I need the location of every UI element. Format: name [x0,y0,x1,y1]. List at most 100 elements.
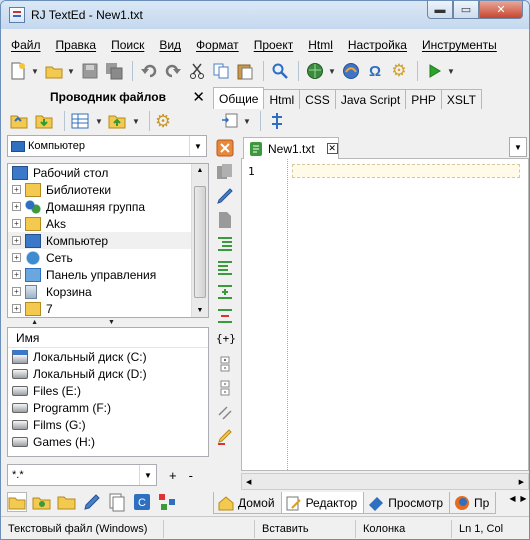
project-tab-button[interactable] [32,492,52,512]
status-insert-mode[interactable]: Вставить [255,519,356,538]
maximize-button[interactable]: ▭ [453,1,479,19]
menu-file[interactable]: Файл [11,38,41,52]
unindent-button[interactable] [216,259,236,279]
files-tab-button[interactable] [7,492,27,512]
menu-tools[interactable]: Инструменты [422,38,497,52]
menu-edit[interactable]: Правка [56,38,97,52]
expand-icon[interactable]: + [12,304,21,313]
horizontal-scrollbar[interactable]: ◀ ▶ [241,473,529,490]
code-tab-button[interactable]: C [132,492,152,512]
tree-item-network[interactable]: + Сеть [8,249,208,266]
tab-html[interactable]: Html [263,89,301,109]
menu-settings[interactable]: Настройка [348,38,407,52]
insert-symbol-button[interactable]: Ω [364,60,386,82]
tools-button[interactable] [266,110,288,132]
close-doc-button[interactable] [216,139,236,159]
documents-tab-button[interactable] [107,492,127,512]
cut-button[interactable] [186,60,208,82]
file-list[interactable]: Имя Локальный диск (C:) Локальный диск (… [7,327,209,457]
ftp-dropdown[interactable]: ▼ [328,67,336,76]
undo-button[interactable] [138,60,160,82]
scroll-down-arrow[interactable]: ▼ [192,307,208,314]
scroll-thumb[interactable] [194,186,206,298]
tree-item-recycle-bin[interactable]: + Корзина [8,283,208,300]
scroll-left-arrow[interactable]: ◀ [246,478,251,486]
expand-block-button[interactable] [216,355,236,375]
open-file-dropdown[interactable]: ▼ [67,67,75,76]
open-folder-button[interactable] [9,111,29,131]
tab-preview[interactable]: Просмотр [363,492,451,514]
list-item[interactable]: Programm (F:) [8,399,208,416]
add-filter-button[interactable]: + [169,468,177,483]
list-item[interactable]: Games (H:) [8,433,208,450]
expand-icon[interactable]: + [12,270,21,279]
highlight-button[interactable] [216,427,236,447]
tree-item-aks[interactable]: + Aks [8,215,208,232]
scroll-up-arrow[interactable]: ▲ [192,167,208,174]
location-select[interactable]: Компьютер ▼ [7,135,207,157]
copy-doc-button[interactable] [216,163,236,183]
paste-button[interactable] [234,60,256,82]
new-file-dropdown[interactable]: ▼ [31,67,39,76]
title-bar[interactable]: RJ TextEd - New1.txt ▬ ▭ ✕ [1,1,529,29]
tree-item-7[interactable]: + 7 [8,300,208,317]
expand-icon[interactable]: + [12,202,21,211]
up-folder-dropdown[interactable]: ▼ [132,117,140,126]
tree-item-computer[interactable]: + Компьютер [8,232,208,249]
text-editor[interactable]: 1 [241,159,529,471]
tab-xslt[interactable]: XSLT [440,89,482,109]
indent-button[interactable] [216,235,236,255]
comment-button[interactable] [216,403,236,423]
tree-item-homegroup[interactable]: + Домашняя группа [8,198,208,215]
tab-css[interactable]: CSS [299,89,336,109]
tab-editor[interactable]: Редактор [280,492,365,514]
menu-search[interactable]: Поиск [111,38,144,52]
tree-item-control-panel[interactable]: + Панель управления [8,266,208,283]
expand-icon[interactable]: + [12,253,21,262]
file-filter-select[interactable]: *.* ▼ [7,464,157,486]
insert-tag-dropdown[interactable]: ▼ [243,117,251,126]
menu-view[interactable]: Вид [159,38,181,52]
options-button[interactable]: ⚙ [388,60,410,82]
remove-filter-button[interactable]: - [189,468,193,483]
ftp-button[interactable] [304,60,326,82]
tab-general[interactable]: Общие [213,87,265,109]
find-button[interactable] [269,60,291,82]
tab-home[interactable]: Домой [213,492,282,514]
menu-format[interactable]: Формат [196,38,239,52]
close-icon[interactable]: ✕ [192,88,205,106]
clips-tab-button[interactable] [82,492,102,512]
expand-icon[interactable]: + [12,219,21,228]
tab-scroll-right[interactable]: ▶ [518,494,529,503]
run-button[interactable] [423,60,445,82]
chevron-down-icon[interactable]: ▼ [189,136,206,156]
add-line-button[interactable] [216,283,236,303]
list-item[interactable]: Files (E:) [8,382,208,399]
view-mode-dropdown[interactable]: ▼ [95,117,103,126]
editor-tab-new1[interactable]: New1.txt ✕ [243,137,339,159]
go-down-button[interactable] [34,111,54,131]
minimize-button[interactable]: ▬ [427,1,453,19]
column-header-name[interactable]: Имя [8,328,208,348]
list-item[interactable]: Локальный диск (C:) [8,348,208,365]
splitter-up-arrow[interactable]: ▲ [31,319,108,326]
menu-html[interactable]: Html [308,38,333,52]
tab-scroll-left[interactable]: ◀ [507,494,518,503]
list-item[interactable]: Локальный диск (D:) [8,365,208,382]
tab-php[interactable]: PHP [405,89,442,109]
folder-tree[interactable]: Рабочий стол + Библиотеки + Домашняя гру… [7,163,209,318]
close-icon[interactable]: ✕ [326,143,338,154]
view-mode-button[interactable] [70,111,90,131]
scroll-right-arrow[interactable]: ▶ [519,478,524,486]
copy-button[interactable] [210,60,232,82]
remove-line-button[interactable] [216,307,236,327]
document-button[interactable] [216,211,236,231]
chevron-down-icon[interactable]: ▼ [509,137,527,157]
expand-icon[interactable]: + [12,287,21,296]
collapse-block-button[interactable] [216,379,236,399]
run-dropdown[interactable]: ▼ [447,67,455,76]
tree-item-libraries[interactable]: + Библиотеки [8,181,208,198]
new-file-button[interactable] [7,60,29,82]
tree-scrollbar[interactable]: ▲ ▼ [191,164,208,317]
list-item[interactable]: Films (G:) [8,416,208,433]
